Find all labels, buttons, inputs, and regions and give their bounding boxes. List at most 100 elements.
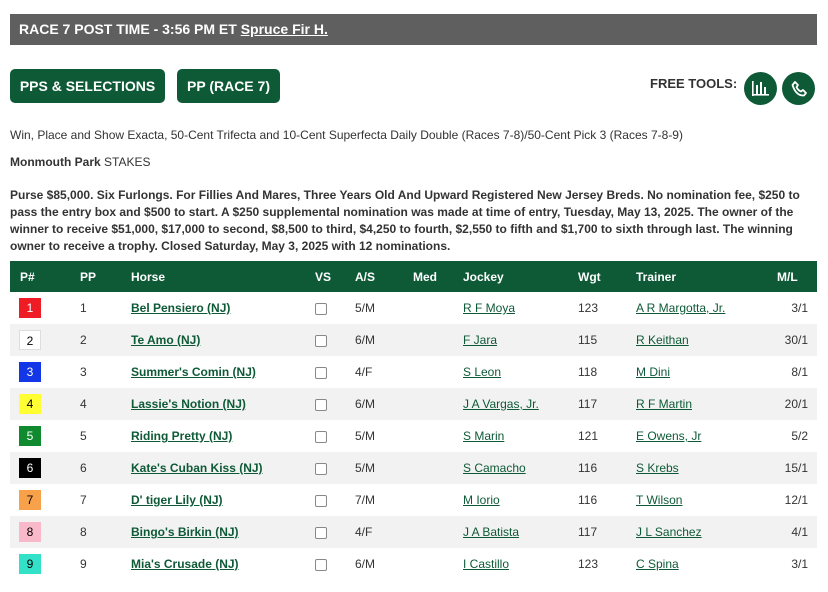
cell-as: 6/M (355, 333, 376, 347)
cell-as: 6/M (355, 557, 376, 571)
jockey-link[interactable]: R F Moya (463, 301, 515, 315)
cell-pnum: 2 (10, 324, 80, 356)
cell-horse: Mia's Crusade (NJ) (131, 548, 315, 580)
jockey-link[interactable]: M Iorio (463, 493, 500, 507)
cell-med (413, 548, 463, 580)
program-number-badge: 2 (19, 330, 41, 350)
cell-med (413, 324, 463, 356)
cell-pp: 1 (80, 301, 87, 315)
cell-vs (315, 452, 355, 484)
vs-checkbox[interactable] (315, 494, 327, 507)
jockey-link[interactable]: S Marin (463, 429, 504, 443)
trainer-link[interactable]: A R Margotta, Jr. (636, 301, 725, 315)
race-name-link[interactable]: Spruce Fir H. (241, 21, 328, 37)
cell-trainer: J L Sanchez (636, 516, 777, 548)
cell-wgt: 123 (578, 301, 599, 315)
trainer-link[interactable]: J L Sanchez (636, 525, 702, 539)
cell-med (413, 484, 463, 516)
program-number-badge: 5 (19, 426, 41, 446)
chart-icon[interactable] (744, 72, 777, 105)
cell-ml: 3/1 (791, 557, 808, 571)
jockey-link[interactable]: F Jara (463, 333, 497, 347)
cell-pp: 9 (80, 557, 87, 571)
horse-link[interactable]: Bingo's Birkin (NJ) (131, 525, 239, 539)
cell-ml: 3/1 (791, 301, 808, 315)
cell-as: 5/M (355, 301, 376, 315)
vs-checkbox[interactable] (315, 334, 327, 347)
cell-jockey: S Camacho (463, 452, 578, 484)
trainer-link[interactable]: S Krebs (636, 461, 679, 475)
table-row: 8 8 Bingo's Birkin (NJ) 4/F J A Batista 117 J … (10, 516, 817, 548)
vs-checkbox[interactable] (315, 558, 327, 571)
race-header: RACE 7 POST TIME - 3:56 PM ET Spruce Fir… (10, 14, 817, 45)
horse-link[interactable]: Summer's Comin (NJ) (131, 365, 256, 379)
table-row: 3 3 Summer's Comin (NJ) 4/F S Leon 118 M Dini 8… (10, 356, 817, 388)
cell-vs (315, 324, 355, 356)
jockey-link[interactable]: S Leon (463, 365, 501, 379)
col-wgt: Wgt (578, 269, 601, 284)
col-pp: PP (80, 269, 97, 284)
cell-pnum: 6 (10, 452, 80, 484)
cell-trainer: C Spina (636, 548, 777, 580)
cell-wgt: 116 (578, 461, 598, 475)
jockey-link[interactable]: J A Vargas, Jr. (463, 397, 539, 411)
horse-link[interactable]: Bel Pensiero (NJ) (131, 301, 230, 315)
cell-as: 5/M (355, 461, 376, 475)
horse-link[interactable]: D' tiger Lily (NJ) (131, 493, 223, 507)
vs-checkbox[interactable] (315, 526, 327, 539)
jockey-link[interactable]: S Camacho (463, 461, 526, 475)
cell-ml: 5/2 (791, 429, 808, 443)
race-type: STAKES (104, 155, 151, 169)
cell-vs (315, 516, 355, 548)
vs-checkbox[interactable] (315, 430, 327, 443)
horse-link[interactable]: Kate's Cuban Kiss (NJ) (131, 461, 263, 475)
cell-med (413, 516, 463, 548)
col-as: A/S (355, 269, 376, 284)
cell-wgt: 123 (578, 557, 599, 571)
cell-horse: Summer's Comin (NJ) (131, 356, 315, 388)
cell-horse: D' tiger Lily (NJ) (131, 484, 315, 516)
cell-wgt: 117 (578, 397, 598, 411)
program-number-badge: 3 (19, 362, 41, 382)
vs-checkbox[interactable] (315, 398, 327, 411)
table-header-row: P# PP Horse VS A/S Med Jockey Wgt Traine… (10, 261, 817, 292)
phone-icon[interactable] (782, 72, 815, 105)
vs-checkbox[interactable] (315, 302, 327, 315)
vs-checkbox[interactable] (315, 462, 327, 475)
jockey-link[interactable]: I Castillo (463, 557, 509, 571)
race-conditions: Purse $85,000. Six Furlongs. For Fillies… (10, 188, 800, 253)
cell-vs (315, 420, 355, 452)
horse-link[interactable]: Te Amo (NJ) (131, 333, 200, 347)
table-row: 2 2 Te Amo (NJ) 6/M F Jara 115 R Keithan 30/1 (10, 324, 817, 356)
pps-selections-button[interactable]: PPS & SELECTIONS (10, 69, 165, 103)
horse-link[interactable]: Lassie's Notion (NJ) (131, 397, 246, 411)
horse-link[interactable]: Mia's Crusade (NJ) (131, 557, 239, 571)
col-trainer: Trainer (636, 269, 677, 284)
cell-pnum: 5 (10, 420, 80, 452)
trainer-link[interactable]: E Owens, Jr (636, 429, 701, 443)
trainer-link[interactable]: T Wilson (636, 493, 682, 507)
horse-link[interactable]: Riding Pretty (NJ) (131, 429, 232, 443)
col-jockey: Jockey (463, 269, 504, 284)
vs-checkbox[interactable] (315, 366, 327, 379)
cell-jockey: J A Vargas, Jr. (463, 388, 578, 420)
jockey-link[interactable]: J A Batista (463, 525, 519, 539)
cell-med (413, 388, 463, 420)
cell-vs (315, 388, 355, 420)
trainer-link[interactable]: C Spina (636, 557, 679, 571)
cell-trainer: R F Martin (636, 388, 777, 420)
program-number-badge: 6 (19, 458, 41, 478)
cell-jockey: J A Batista (463, 516, 578, 548)
table-row: 4 4 Lassie's Notion (NJ) 6/M J A Vargas, Jr.… (10, 388, 817, 420)
trainer-link[interactable]: R F Martin (636, 397, 692, 411)
cell-ml: 12/1 (784, 493, 808, 507)
cell-jockey: S Leon (463, 356, 578, 388)
cell-pp: 7 (80, 493, 87, 507)
cell-med (413, 292, 463, 324)
trainer-link[interactable]: R Keithan (636, 333, 689, 347)
pp-race-button[interactable]: PP (RACE 7) (177, 69, 280, 103)
cell-wgt: 115 (578, 333, 598, 347)
cell-pp: 5 (80, 429, 87, 443)
trainer-link[interactable]: M Dini (636, 365, 670, 379)
cell-pnum: 8 (10, 516, 80, 548)
